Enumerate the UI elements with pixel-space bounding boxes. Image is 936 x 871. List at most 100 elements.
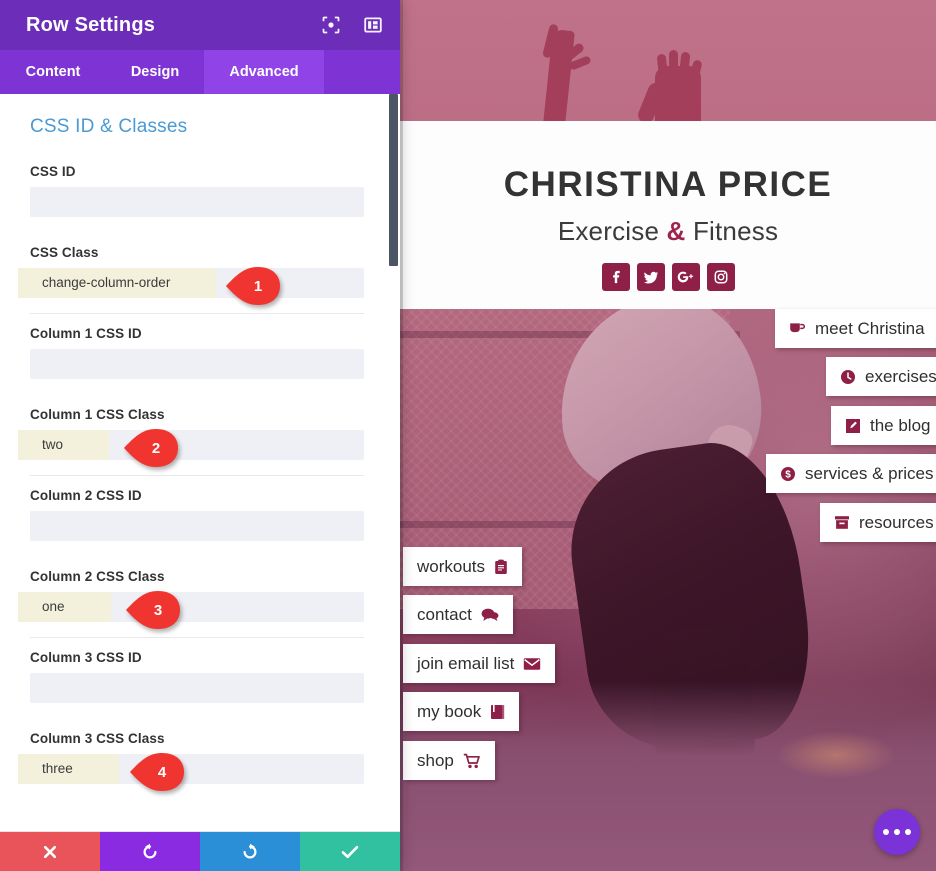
redo-button[interactable] [200, 832, 300, 871]
archive-icon [834, 515, 850, 530]
nav-label: contact [417, 604, 472, 624]
chat-icon [481, 607, 499, 622]
field-col3-css-class: Column 3 CSS Class three 4 [30, 731, 364, 791]
app-root: Row Settings Content Design Advanced CSS… [0, 0, 936, 871]
undo-button[interactable] [100, 832, 200, 871]
preview-left-edge [400, 0, 403, 871]
social-links [601, 263, 735, 291]
hero-hands-image [400, 0, 936, 121]
nav-join-email-list[interactable]: join email list [403, 644, 556, 683]
field-value: one [30, 592, 75, 622]
ellipsis-icon [883, 829, 889, 835]
nav-resources[interactable]: resources [820, 503, 936, 542]
tab-advanced[interactable]: Advanced [204, 50, 324, 94]
settings-body: CSS ID & Classes CSS ID CSS Class change… [0, 94, 400, 831]
check-icon [341, 844, 359, 860]
facebook-icon[interactable] [601, 263, 630, 291]
field-value [30, 521, 52, 531]
panel-header: Row Settings [0, 0, 400, 50]
field-value [30, 359, 52, 369]
redo-icon [241, 843, 259, 861]
ellipsis-icon [905, 829, 911, 835]
field-value [30, 197, 52, 207]
svg-text:$: $ [785, 469, 791, 480]
field-css-id: CSS ID [30, 164, 364, 217]
book-icon [490, 704, 505, 720]
field-col1-css-id: Column 1 CSS ID [30, 326, 364, 379]
divider [30, 637, 364, 638]
ground-highlight [776, 731, 896, 779]
css-id-input[interactable] [30, 187, 364, 217]
section-title: CSS ID & Classes [30, 116, 188, 137]
page-title: Row Settings [26, 13, 156, 36]
field-label: Column 1 CSS ID [30, 326, 142, 341]
nav-shop[interactable]: shop [403, 741, 495, 780]
coffee-icon [789, 321, 806, 336]
layout-panel-icon[interactable] [364, 16, 382, 34]
divider [30, 313, 364, 314]
google-plus-icon[interactable] [671, 263, 700, 291]
divider [30, 475, 364, 476]
tab-content[interactable]: Content [0, 50, 106, 94]
nav-label: resources [859, 512, 934, 532]
pencil-icon [845, 418, 861, 434]
tagline-ampersand: & [666, 216, 686, 246]
website-preview: CHRISTINA PRICE Exercise & Fitness meet … [400, 0, 936, 871]
nav-label: services & prices [805, 463, 934, 483]
css-class-input[interactable]: change-column-order [30, 268, 364, 298]
nav-meet-christina[interactable]: meet Christina [775, 309, 936, 348]
column3-css-id-input[interactable] [30, 673, 364, 703]
row-settings-panel: Row Settings Content Design Advanced CSS… [0, 0, 400, 871]
settings-scroll-content: CSS ID & Classes CSS ID CSS Class change… [0, 94, 400, 831]
column3-css-class-input[interactable]: three [30, 754, 364, 784]
column2-css-class-input[interactable]: one [30, 592, 364, 622]
more-options-button[interactable] [874, 809, 920, 855]
column1-css-id-input[interactable] [30, 349, 364, 379]
nav-workouts[interactable]: workouts [403, 547, 523, 586]
close-button[interactable] [0, 832, 100, 871]
field-label: Column 3 CSS ID [30, 650, 142, 665]
field-col2-css-id: Column 2 CSS ID [30, 488, 364, 541]
clock-icon [840, 369, 856, 385]
envelope-icon [523, 657, 541, 671]
nav-label: the blog [870, 415, 931, 435]
field-label: Column 2 CSS Class [30, 569, 165, 584]
undo-icon [141, 843, 159, 861]
brand-header: CHRISTINA PRICE Exercise & Fitness [400, 121, 936, 309]
panel-scrollbar[interactable] [389, 94, 398, 266]
focus-icon[interactable] [322, 16, 340, 34]
header-icon-group [322, 16, 382, 34]
nav-label: shop [417, 750, 454, 770]
nav-contact[interactable]: contact [403, 595, 513, 634]
tab-design[interactable]: Design [106, 50, 204, 94]
field-label: Column 1 CSS Class [30, 407, 165, 422]
field-col3-css-id: Column 3 CSS ID [30, 650, 364, 703]
column1-css-class-input[interactable]: two [30, 430, 364, 460]
nav-label: workouts [417, 556, 486, 576]
nav-the-blog[interactable]: the blog [831, 406, 936, 445]
cart-icon [463, 753, 481, 769]
column2-css-id-input[interactable] [30, 511, 364, 541]
nav-exercises[interactable]: exercises [826, 357, 936, 396]
field-value: change-column-order [30, 268, 181, 298]
field-value [30, 683, 52, 693]
nav-services-prices[interactable]: $ services & prices [766, 454, 936, 493]
field-col2-css-class: Column 2 CSS Class one 3 [30, 569, 364, 644]
nav-my-book[interactable]: my book [403, 692, 520, 731]
dollar-circle-icon: $ [780, 466, 796, 482]
brand-tagline: Exercise & Fitness [558, 216, 778, 247]
settings-footer [0, 831, 400, 871]
save-button[interactable] [300, 832, 400, 871]
tagline-before: Exercise [557, 216, 667, 246]
twitter-icon[interactable] [636, 263, 665, 291]
field-label: Column 2 CSS ID [30, 488, 142, 503]
nav-label: meet Christina [815, 318, 925, 338]
nav-label: join email list [417, 653, 515, 673]
field-css-class: CSS Class change-column-order 1 [30, 245, 364, 320]
instagram-icon[interactable] [706, 263, 735, 291]
field-label: CSS ID [30, 164, 76, 179]
